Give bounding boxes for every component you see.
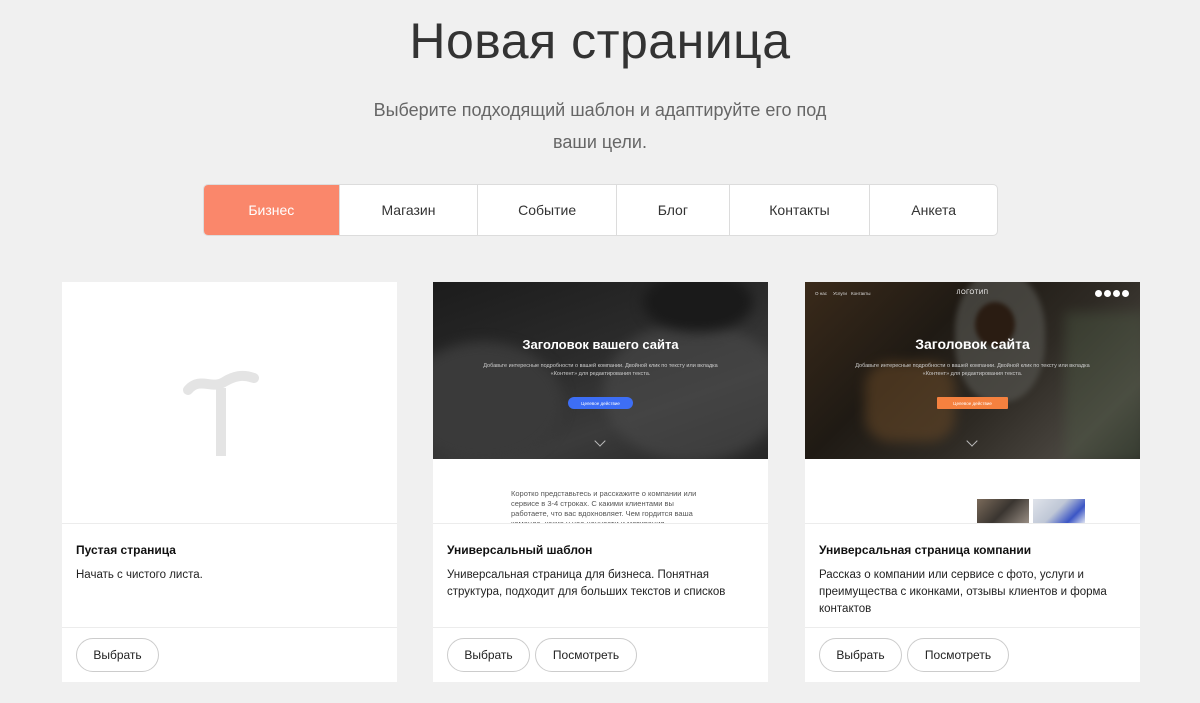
facebook-icon (1095, 290, 1102, 297)
preview-hero-button: Целевое действие (937, 397, 1008, 409)
template-description: Рассказ о компании или сервисе с фото, у… (819, 569, 1107, 615)
template-description: Начать с чистого листа. (76, 569, 203, 581)
card-actions: Выбрать (62, 627, 397, 682)
template-card-universal: Заголовок вашего сайта Добавьте интересн… (433, 282, 768, 682)
preview-hero-button: Целевое действие (568, 397, 633, 409)
tab-shop[interactable]: Магазин (338, 185, 478, 235)
template-name: Универсальная страница компании (819, 543, 1032, 557)
select-button[interactable]: Выбрать (819, 638, 902, 672)
preview-hero-subtitle: Добавьте интересные подробности о вашей … (855, 363, 1090, 377)
page-title: Новая страница (409, 13, 791, 69)
preview-logo: ЛОГОТИП (956, 290, 989, 296)
template-preview[interactable]: Заголовок вашего сайта Добавьте интересн… (433, 282, 768, 524)
preview-hero-title: Заголовок сайта (915, 336, 1030, 352)
template-description: Универсальная страница для бизнеса. Поня… (447, 569, 726, 598)
preview-hero-title: Заголовок вашего сайта (522, 337, 679, 352)
chevron-down-icon (594, 435, 606, 447)
twitter-icon (1104, 290, 1111, 297)
tab-business[interactable]: Бизнес (204, 185, 339, 235)
template-name: Универсальный шаблон (447, 543, 593, 557)
tab-survey[interactable]: Анкета (869, 185, 997, 235)
select-button[interactable]: Выбрать (447, 638, 530, 672)
tab-event[interactable]: Событие (477, 185, 616, 235)
template-card-company: О нас Услуги Контакты ЛОГОТИП Заголовок … (805, 282, 1140, 682)
preview-hero-subtitle: Добавьте интересные подробности о вашей … (483, 363, 718, 377)
category-tabs: Бизнес Магазин Событие Блог Контакты Анк… (203, 184, 998, 236)
preview-hero: Заголовок вашего сайта Добавьте интересн… (433, 282, 768, 459)
page-subtitle: Выберите подходящий шаблон и адаптируйте… (373, 100, 827, 152)
tilda-logo-icon (183, 370, 259, 456)
template-preview[interactable] (62, 282, 397, 524)
preview-photo (977, 499, 1029, 523)
template-preview[interactable]: О нас Услуги Контакты ЛОГОТИП Заголовок … (805, 282, 1140, 524)
preview-button[interactable]: Посмотреть (535, 638, 637, 672)
template-card-blank: Пустая страница Начать с чистого листа. … (62, 282, 397, 682)
preview-hero: О нас Услуги Контакты ЛОГОТИП Заголовок … (805, 282, 1140, 459)
select-button[interactable]: Выбрать (76, 638, 159, 672)
card-actions: Выбрать Посмотреть (805, 627, 1140, 682)
tab-blog[interactable]: Блог (615, 185, 729, 235)
vk-icon (1113, 290, 1120, 297)
tab-contacts[interactable]: Контакты (728, 185, 870, 235)
preview-button[interactable]: Посмотреть (907, 638, 1009, 672)
preview-photo (1033, 499, 1085, 523)
template-name: Пустая страница (76, 543, 176, 557)
card-actions: Выбрать Посмотреть (433, 627, 768, 682)
telegram-icon (1122, 290, 1129, 297)
chevron-down-icon (966, 435, 978, 447)
preview-body-text: Коротко представьтесь и расскажите о ком… (511, 489, 697, 524)
